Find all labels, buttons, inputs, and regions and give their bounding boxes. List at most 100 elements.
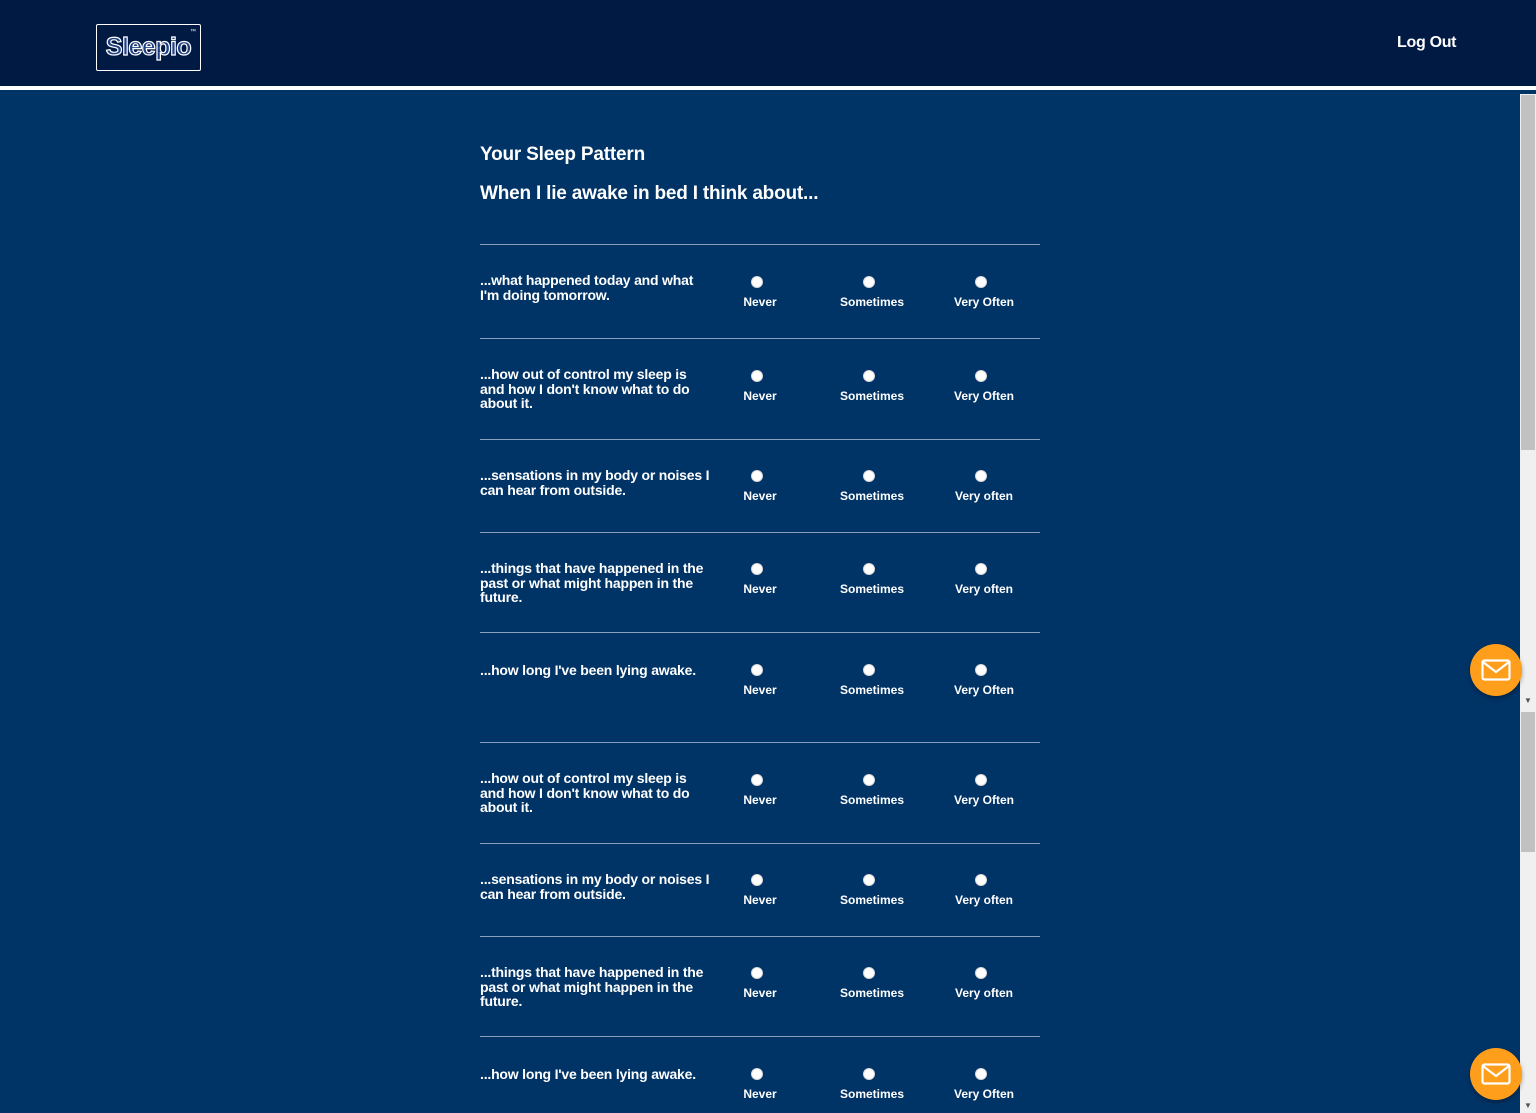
- option-very-often[interactable]: Very Often: [939, 370, 1029, 410]
- question-row: ...things that have happened in the past…: [480, 532, 1040, 633]
- option-label: Very Often: [953, 683, 1015, 697]
- option-sometimes[interactable]: Sometimes: [827, 1068, 917, 1108]
- radio-button[interactable]: [975, 664, 987, 676]
- radio-button[interactable]: [975, 967, 987, 979]
- option-sometimes[interactable]: Sometimes: [827, 470, 917, 510]
- option-never[interactable]: Never: [715, 563, 805, 603]
- radio-button[interactable]: [863, 774, 875, 786]
- main-content: Your Sleep Pattern When I lie awake in b…: [0, 94, 1520, 1113]
- option-never[interactable]: Never: [715, 874, 805, 914]
- radio-button[interactable]: [863, 276, 875, 288]
- option-label: Sometimes: [839, 683, 905, 697]
- option-label: Never: [743, 389, 777, 403]
- option-never[interactable]: Never: [715, 470, 805, 510]
- option-never[interactable]: Never: [715, 774, 805, 814]
- question-text: ...how out of control my sleep is and ho…: [480, 770, 690, 815]
- sleepio-logo[interactable]: Sleepio ™: [96, 24, 201, 71]
- option-sometimes[interactable]: Sometimes: [827, 664, 917, 704]
- radio-button[interactable]: [751, 276, 763, 288]
- option-very-often[interactable]: Very often: [939, 967, 1029, 1007]
- question-text: ...how out of control my sleep is and ho…: [480, 366, 690, 411]
- option-label: Never: [743, 295, 777, 309]
- option-very-often[interactable]: Very often: [939, 470, 1029, 510]
- radio-button[interactable]: [975, 1068, 987, 1080]
- radio-button[interactable]: [975, 774, 987, 786]
- option-very-often[interactable]: Very often: [939, 563, 1029, 603]
- radio-button[interactable]: [751, 967, 763, 979]
- question-row: ...sensations in my body or noises I can…: [480, 439, 1040, 532]
- question-row: ...how long I've been lying awake. Never…: [480, 1036, 1040, 1113]
- option-label: Sometimes: [839, 582, 905, 596]
- option-label: Very Often: [953, 295, 1015, 309]
- question-text: ...sensations in my body or noises I can…: [480, 871, 710, 902]
- radio-button[interactable]: [751, 774, 763, 786]
- option-label: Sometimes: [839, 1087, 905, 1101]
- radio-button[interactable]: [863, 470, 875, 482]
- envelope-icon: [1481, 659, 1511, 681]
- option-very-often[interactable]: Very Often: [939, 1068, 1029, 1108]
- question-row: ...how long I've been lying awake. Never…: [480, 632, 1040, 742]
- option-very-often[interactable]: Very often: [939, 874, 1029, 914]
- scroll-down-arrow-icon-bottom[interactable]: ▼: [1520, 1101, 1536, 1111]
- option-never[interactable]: Never: [715, 664, 805, 704]
- question-text: ...how long I've been lying awake.: [480, 662, 696, 678]
- option-label: Never: [743, 683, 777, 697]
- option-sometimes[interactable]: Sometimes: [827, 774, 917, 814]
- trademark-mark: ™: [190, 29, 196, 35]
- radio-button[interactable]: [751, 874, 763, 886]
- question-row: ...how out of control my sleep is and ho…: [480, 338, 1040, 439]
- radio-button[interactable]: [863, 967, 875, 979]
- option-very-often[interactable]: Very Often: [939, 664, 1029, 704]
- option-label: Very Often: [953, 389, 1015, 403]
- option-never[interactable]: Never: [715, 276, 805, 316]
- question-row: ...what happened today and what I'm doin…: [480, 244, 1040, 338]
- scrollbar-thumb[interactable]: [1521, 95, 1535, 450]
- option-sometimes[interactable]: Sometimes: [827, 276, 917, 316]
- radio-button[interactable]: [975, 470, 987, 482]
- contact-chat-button-bottom[interactable]: [1470, 1048, 1522, 1100]
- option-label: Sometimes: [839, 986, 905, 1000]
- question-row: ...sensations in my body or noises I can…: [480, 843, 1040, 936]
- radio-button[interactable]: [975, 276, 987, 288]
- option-label: Never: [743, 986, 777, 1000]
- radio-button[interactable]: [863, 563, 875, 575]
- radio-button[interactable]: [863, 874, 875, 886]
- option-label: Never: [743, 1087, 777, 1101]
- option-sometimes[interactable]: Sometimes: [827, 370, 917, 410]
- radio-button[interactable]: [751, 563, 763, 575]
- radio-button[interactable]: [751, 370, 763, 382]
- option-sometimes[interactable]: Sometimes: [827, 967, 917, 1007]
- option-very-often[interactable]: Very Often: [939, 276, 1029, 316]
- option-label: Very Often: [953, 793, 1015, 807]
- question-row: ...things that have happened in the past…: [480, 936, 1040, 1037]
- scrollbar-thumb-lower[interactable]: [1521, 712, 1535, 852]
- option-very-often[interactable]: Very Often: [939, 774, 1029, 814]
- option-label: Very often: [954, 582, 1014, 596]
- option-never[interactable]: Never: [715, 370, 805, 410]
- scroll-down-arrow-icon[interactable]: ▼: [1520, 696, 1536, 706]
- radio-button[interactable]: [751, 1068, 763, 1080]
- radio-button[interactable]: [863, 370, 875, 382]
- top-bar: Sleepio ™ Log Out: [0, 0, 1536, 90]
- radio-button[interactable]: [751, 664, 763, 676]
- logout-link[interactable]: Log Out: [1397, 34, 1457, 52]
- logo-text: Sleepio: [105, 32, 192, 61]
- envelope-icon: [1481, 1063, 1511, 1085]
- radio-button[interactable]: [975, 874, 987, 886]
- radio-button[interactable]: [751, 470, 763, 482]
- radio-button[interactable]: [863, 664, 875, 676]
- option-never[interactable]: Never: [715, 967, 805, 1007]
- option-never[interactable]: Never: [715, 1068, 805, 1108]
- option-label: Sometimes: [839, 389, 905, 403]
- option-label: Never: [743, 893, 777, 907]
- question-row: ...how out of control my sleep is and ho…: [480, 742, 1040, 843]
- question-text: ...things that have happened in the past…: [480, 964, 704, 1009]
- option-label: Sometimes: [839, 295, 905, 309]
- option-sometimes[interactable]: Sometimes: [827, 874, 917, 914]
- question-prompt: When I lie awake in bed I think about...: [480, 183, 819, 204]
- radio-button[interactable]: [863, 1068, 875, 1080]
- contact-chat-button[interactable]: [1470, 644, 1522, 696]
- option-sometimes[interactable]: Sometimes: [827, 563, 917, 603]
- radio-button[interactable]: [975, 563, 987, 575]
- radio-button[interactable]: [975, 370, 987, 382]
